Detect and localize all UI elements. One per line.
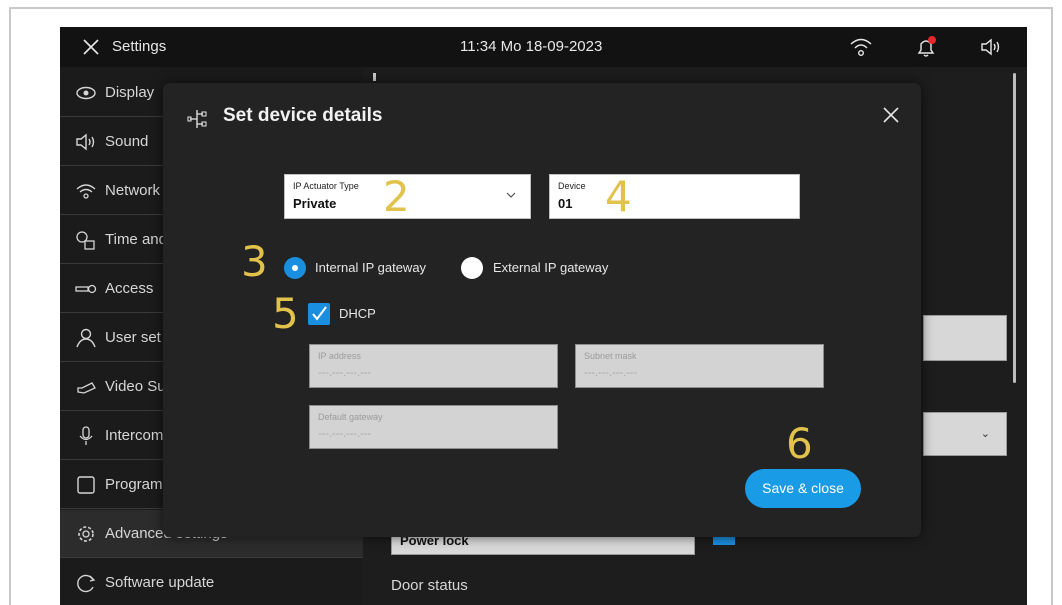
page-title: Settings — [112, 38, 167, 55]
chevron-down-icon — [506, 192, 516, 198]
bell-icon[interactable] — [913, 35, 939, 59]
network-device-icon — [187, 110, 207, 128]
external-ip-gateway-radio[interactable] — [461, 257, 483, 279]
dialog-title: Set device details — [223, 105, 383, 126]
microphone-icon — [79, 426, 93, 445]
wifi-icon[interactable] — [848, 35, 874, 59]
sidebar-item-software-update[interactable]: Software update — [60, 559, 363, 605]
close-icon[interactable] — [80, 36, 102, 58]
key-icon — [75, 284, 97, 294]
user-icon — [76, 328, 96, 348]
clock-calendar-icon — [76, 231, 95, 250]
external-ip-gateway-label: External IP gateway — [493, 260, 609, 275]
annotation-number: 4 — [605, 172, 632, 221]
divider-mark — [373, 73, 376, 81]
subnet-mask-field: Subnet mask ---.---.---.--- — [575, 344, 824, 388]
checkmark-icon — [312, 306, 327, 321]
save-and-close-button[interactable]: Save & close — [745, 469, 861, 508]
sidebar-item-label: Display — [105, 84, 155, 101]
chevron-down-icon: ⌄ — [980, 428, 990, 440]
door-status-label: Door status — [391, 577, 468, 594]
field-label: IP address — [318, 351, 361, 361]
annotation-number: 2 — [383, 172, 410, 221]
sidebar-item-label: Access — [105, 280, 154, 297]
camera-icon — [77, 382, 96, 394]
field-label: Device — [558, 181, 586, 191]
field-label: Subnet mask — [584, 351, 637, 361]
annotation-number: 5 — [272, 289, 299, 338]
sidebar-item-label: Sound — [105, 133, 149, 150]
close-icon[interactable] — [879, 103, 903, 127]
square-icon — [77, 476, 95, 494]
eye-icon — [76, 86, 96, 100]
field-placeholder: ---.---.---.--- — [584, 367, 638, 379]
gear-icon — [78, 526, 94, 542]
internal-ip-gateway-label: Internal IP gateway — [315, 260, 427, 275]
field-placeholder: ---.---.---.--- — [318, 367, 372, 379]
background-dropdown[interactable]: ⌄ — [923, 412, 1007, 456]
speaker-icon[interactable] — [978, 35, 1004, 59]
default-gateway-field: Default gateway ---.---.---.--- — [309, 405, 558, 449]
scrollbar[interactable] — [1013, 73, 1016, 383]
field-value: 01 — [558, 196, 573, 211]
dhcp-checkbox[interactable] — [308, 303, 330, 325]
ip-address-field: IP address ---.---.---.--- — [309, 344, 558, 388]
field-value: Private — [293, 196, 337, 211]
background-input-field[interactable] — [923, 315, 1007, 361]
sidebar-item-label: User set — [105, 329, 161, 346]
annotation-number: 3 — [241, 237, 268, 286]
wifi-icon — [76, 184, 96, 199]
device-field[interactable]: Device 01 — [549, 174, 800, 219]
datetime-display: 11:34 Mo 18-09-2023 — [460, 38, 603, 55]
sidebar-item-label: Network — [105, 182, 161, 199]
field-label: Default gateway — [318, 412, 383, 422]
refresh-icon — [77, 574, 96, 593]
sidebar-item-label: Intercom — [105, 427, 164, 444]
top-bar: Settings 11:34 Mo 18-09-2023 — [60, 27, 1027, 67]
internal-ip-gateway-radio[interactable] — [284, 257, 306, 279]
speaker-icon — [76, 133, 95, 151]
sidebar-item-label: Video Su — [105, 378, 166, 395]
sidebar-item-label: Software update — [105, 574, 215, 591]
field-label: IP Actuator Type — [293, 181, 359, 191]
sidebar-item-label: Time and — [105, 231, 167, 248]
sidebar-item-label: Program — [105, 476, 163, 493]
dhcp-label: DHCP — [339, 306, 376, 321]
field-placeholder: ---.---.---.--- — [318, 428, 372, 440]
annotation-number: 6 — [786, 419, 813, 468]
